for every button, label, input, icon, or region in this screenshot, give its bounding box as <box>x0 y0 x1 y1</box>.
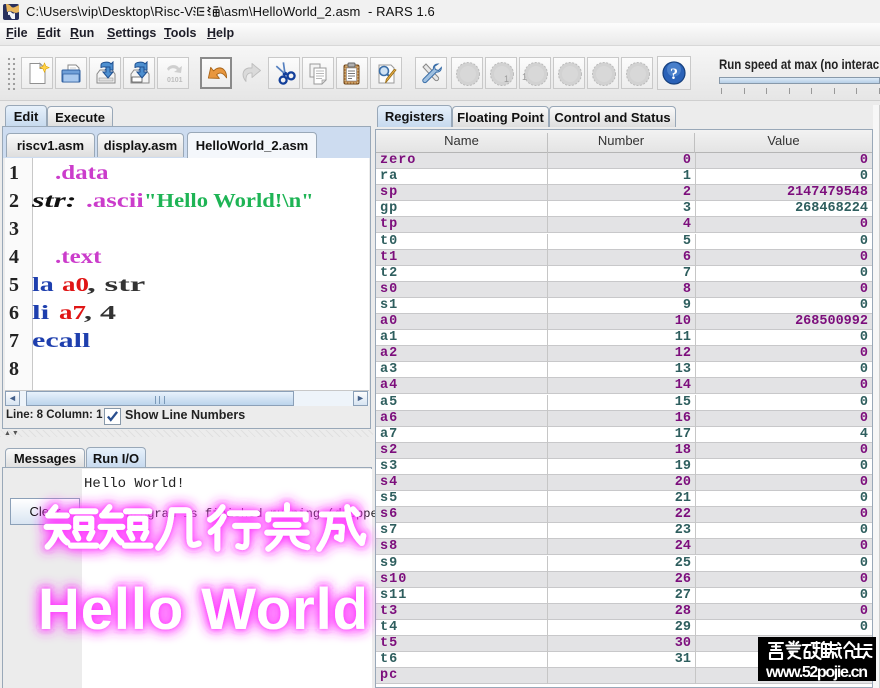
svg-text:0101: 0101 <box>167 77 183 84</box>
svg-text:?: ? <box>670 66 678 83</box>
svg-text:www.52pojie.cn: www.52pojie.cn <box>765 664 868 681</box>
svg-text:Hello World: Hello World <box>38 577 368 642</box>
